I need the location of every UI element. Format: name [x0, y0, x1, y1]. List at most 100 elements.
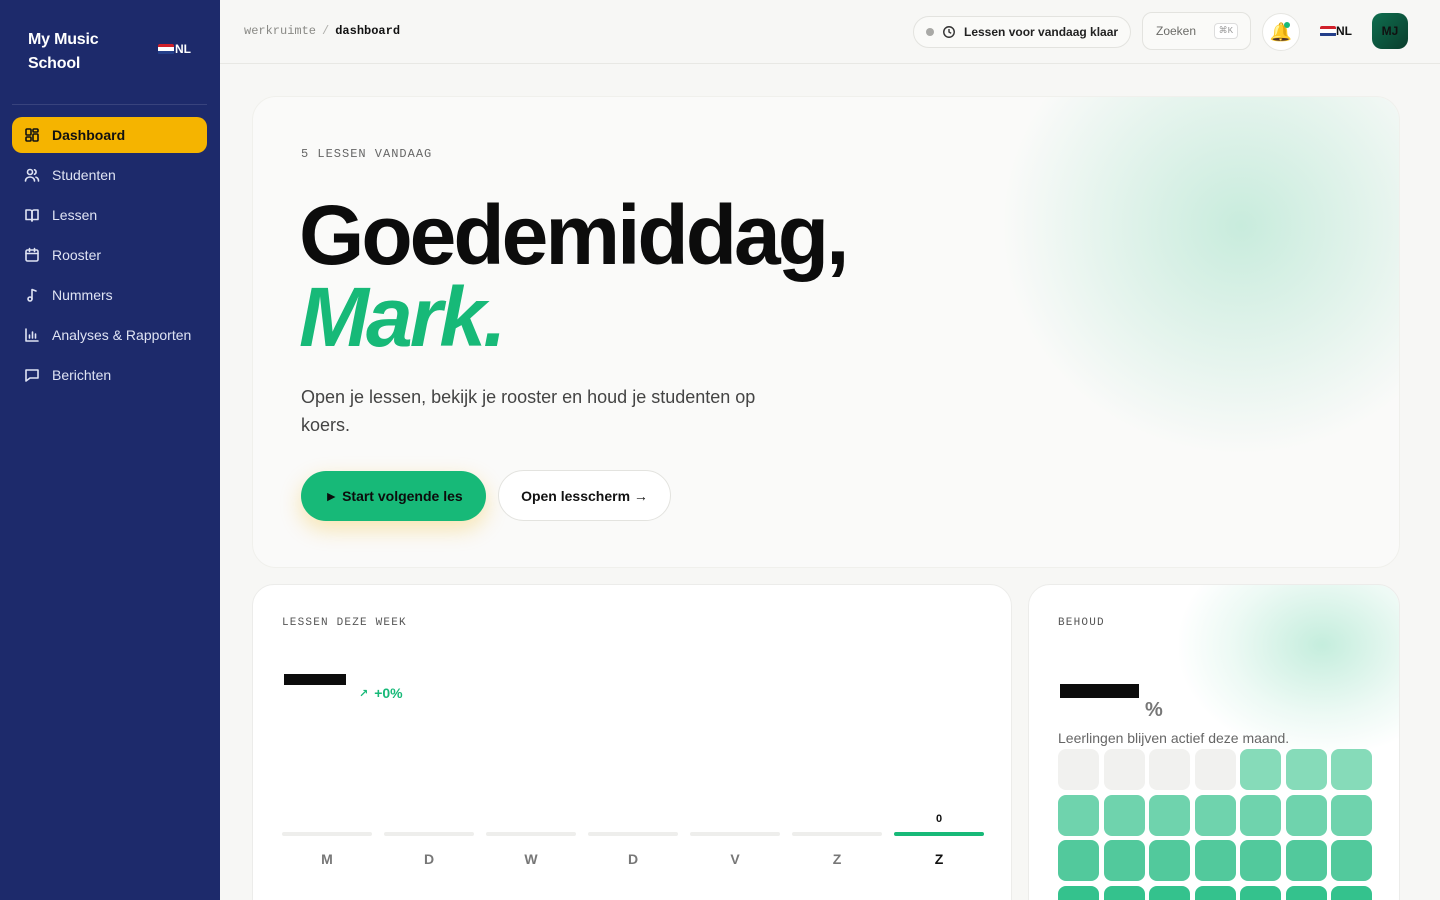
hero-glow — [999, 97, 1399, 457]
sidebar-nav: Dashboard Studenten Lessen Rooster Numme… — [12, 117, 207, 397]
start-next-lesson-button[interactable]: ► Start volgende les — [301, 471, 486, 521]
day-label: W — [524, 851, 538, 867]
lessons-today-label: 5 LESSEN VANDAAG — [301, 147, 433, 161]
sidebar: My Music School NL Dashboard Studenten L… — [0, 0, 220, 900]
heatmap-cell — [1285, 749, 1327, 790]
open-lesson-screen-button[interactable]: Open lesscherm → — [498, 470, 671, 521]
heatmap-cell — [1149, 885, 1190, 900]
dashboard-icon — [24, 127, 40, 143]
bar-chart-icon — [24, 327, 40, 343]
sidebar-item-label: Nummers — [52, 287, 113, 303]
heatmap-cell — [1331, 749, 1372, 790]
hero-description: Open je lessen, bekijk je rooster en hou… — [301, 387, 756, 435]
day-bar — [282, 832, 372, 836]
card-label: LESSEN DEZE WEEK — [282, 617, 407, 629]
heatmap-cell — [1285, 840, 1327, 881]
retention-value-redacted — [1060, 684, 1139, 698]
message-icon — [24, 367, 40, 383]
breadcrumb-workspace[interactable]: werkruimte — [244, 24, 316, 38]
brand-name[interactable]: My Music School — [28, 28, 138, 76]
heatmap-cell — [1240, 885, 1281, 900]
language-switcher[interactable]: NL — [158, 42, 191, 56]
notification-badge — [1284, 22, 1290, 28]
heatmap-cell — [1194, 749, 1236, 790]
clock-icon — [942, 25, 964, 39]
sidebar-item-label: Berichten — [52, 367, 112, 383]
heatmap-cell — [1194, 794, 1236, 836]
language-switcher-top[interactable]: NL — [1320, 24, 1352, 38]
sidebar-item-label: Lessen — [52, 207, 98, 223]
calendar-icon — [24, 247, 40, 263]
nl-flag-icon — [158, 43, 174, 55]
sidebar-item-nummers[interactable]: Nummers — [12, 277, 207, 313]
day-value: 0 — [935, 813, 943, 825]
sidebar-item-lessen[interactable]: Lessen — [12, 197, 207, 233]
trend-indicator: ↗ +0% — [359, 685, 403, 701]
heatmap-cell — [1331, 840, 1372, 881]
sidebar-item-label: Rooster — [52, 247, 102, 263]
notifications-button[interactable]: 🔔 — [1262, 13, 1300, 51]
sidebar-item-studenten[interactable]: Studenten — [12, 157, 207, 193]
book-icon — [24, 207, 40, 223]
heatmap-cell — [1331, 794, 1372, 836]
weekly-bar-chart: M D W D V Z 0 Z — [282, 785, 984, 885]
sidebar-item-dashboard[interactable]: Dashboard — [12, 117, 207, 153]
language-code: NL — [1336, 24, 1352, 38]
sidebar-item-label: Dashboard — [52, 127, 126, 143]
heatmap-cell — [1240, 794, 1281, 836]
search-button[interactable]: Zoeken ⌘K — [1142, 12, 1251, 50]
day-label: D — [423, 851, 435, 867]
heatmap-cell — [1103, 749, 1145, 790]
sidebar-item-berichten[interactable]: Berichten — [12, 357, 207, 393]
heatmap-cell — [1103, 885, 1145, 900]
music-note-icon — [24, 287, 40, 303]
breadcrumb-current: dashboard — [335, 24, 401, 38]
language-code: NL — [175, 42, 191, 56]
card-label: BEHOUD — [1058, 617, 1105, 629]
lessons-this-week-card: LESSEN DEZE WEEK ↗ +0% M D W D V Z 0 Z — [252, 584, 1012, 900]
day-bar — [894, 832, 984, 836]
heatmap-cell — [1058, 885, 1099, 900]
day-label: Z — [832, 851, 842, 867]
user-name-heading: Mark. — [299, 270, 506, 364]
search-shortcut: ⌘K — [1213, 23, 1238, 39]
nl-flag-icon — [1320, 25, 1336, 37]
heatmap-cell — [1149, 794, 1190, 836]
lessons-count-redacted — [284, 674, 346, 685]
heatmap-cell — [1103, 794, 1145, 836]
sidebar-item-label: Studenten — [52, 167, 116, 183]
sidebar-item-label: Analyses & Rapporten — [52, 327, 192, 343]
retention-description: Leerlingen blijven actief deze maand. — [1058, 730, 1290, 746]
sidebar-item-analyses[interactable]: Analyses & Rapporten — [12, 317, 207, 353]
day-bar — [792, 832, 882, 836]
day-label: D — [627, 851, 639, 867]
heatmap-cell — [1149, 840, 1190, 881]
breadcrumb: werkruimte / dashboard — [244, 24, 400, 38]
users-icon — [24, 167, 40, 183]
avatar[interactable]: MJ — [1372, 13, 1408, 49]
heatmap-cell — [1058, 840, 1099, 881]
status-dot — [926, 28, 934, 36]
breadcrumb-separator: / — [322, 24, 330, 38]
day-label: Z — [934, 851, 944, 867]
heatmap-cell — [1240, 749, 1281, 790]
sidebar-item-rooster[interactable]: Rooster — [12, 237, 207, 273]
trend-up-icon: ↗ — [359, 687, 369, 700]
retention-unit: % — [1145, 699, 1163, 721]
status-text: Lessen voor vandaag klaar — [964, 25, 1119, 39]
heatmap-cell — [1058, 794, 1099, 836]
day-bar — [486, 832, 576, 836]
trend-value: +0% — [374, 685, 403, 701]
day-label: V — [730, 851, 740, 867]
day-bar — [588, 832, 678, 836]
day-bar — [384, 832, 474, 836]
heatmap-cell — [1240, 840, 1281, 881]
hero-card: 5 LESSEN VANDAAG Goedemiddag, Mark. Open… — [252, 96, 1400, 568]
heatmap-cell — [1194, 840, 1236, 881]
heatmap-cell — [1285, 885, 1327, 900]
retention-card: BEHOUD % Leerlingen blijven actief deze … — [1028, 584, 1400, 900]
status-pill[interactable]: Lessen voor vandaag klaar — [913, 16, 1131, 48]
search-label: Zoeken — [1156, 24, 1197, 38]
day-bar — [690, 832, 780, 836]
heatmap-cell — [1285, 794, 1327, 836]
